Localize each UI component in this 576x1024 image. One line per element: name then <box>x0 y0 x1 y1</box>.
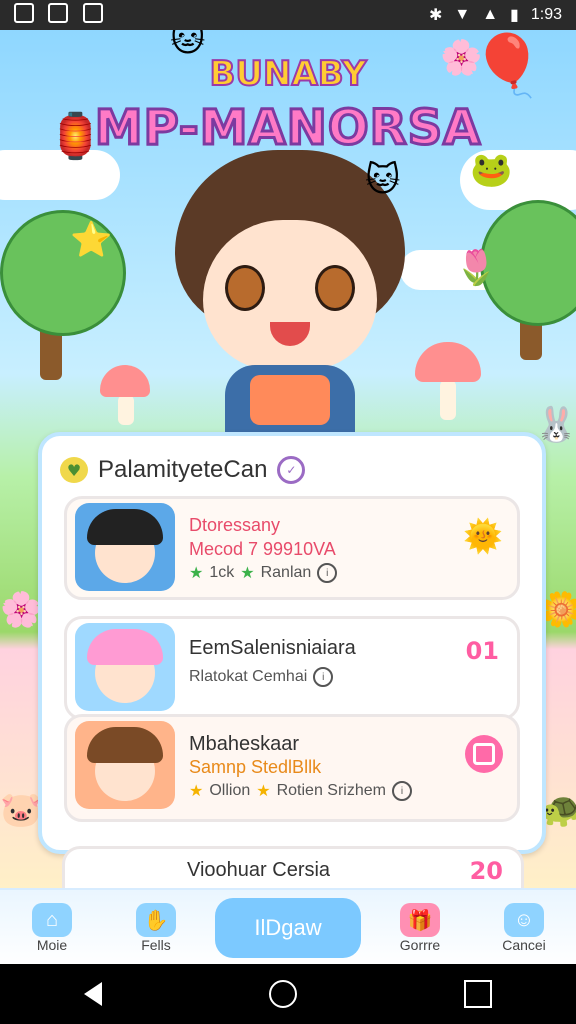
home-icon: ⌂ <box>32 903 72 937</box>
recents-icon[interactable] <box>464 980 493 1008</box>
item-title: Vioohuar Cersia <box>187 859 331 881</box>
app-title-top: BUNABY <box>209 53 368 95</box>
green-star-icon: ★ <box>240 565 255 582</box>
system-navigation <box>0 964 576 1024</box>
gift-icon: 🎁 <box>400 903 440 937</box>
back-icon[interactable] <box>83 982 102 1006</box>
square-icon <box>473 743 495 765</box>
hero-character: 🐱 <box>165 150 415 450</box>
nav-item-home[interactable]: ⌂ Moie <box>7 903 97 953</box>
item-count-badge: 20 <box>469 857 503 885</box>
hero-shirt <box>250 375 330 425</box>
panel-header: ♥ PalamityeteCan ✓ <box>60 454 306 486</box>
item-meta: ★ Ollion ★ Rotien Srizhem i <box>189 781 412 801</box>
info-icon[interactable]: i <box>391 781 412 801</box>
info-icon[interactable]: i <box>313 667 334 687</box>
hand-icon: ✋ <box>136 903 176 937</box>
nav-item-fells[interactable]: ✋ Fells <box>111 903 201 953</box>
star-icon: ★ <box>256 783 271 800</box>
notification-icon <box>14 2 34 23</box>
green-mascot-icon: 🐸 <box>470 150 513 190</box>
signal-icon: ▲ <box>482 6 499 23</box>
center-action-button[interactable]: IlDgaw <box>215 898 361 958</box>
status-bar: ✱ ▼ ▲ ▮ 1:93 <box>0 0 576 30</box>
star-icon: ★ <box>189 783 204 800</box>
status-time: 1:93 <box>530 6 562 23</box>
pink-cat-icon: 🐰 <box>535 405 576 445</box>
hero-left-eye <box>225 265 265 311</box>
nav-item-cancel[interactable]: ☺ Cancei <box>479 903 569 953</box>
shield-notification-icon <box>82 2 103 23</box>
info-icon[interactable]: i <box>317 563 338 583</box>
item-meta: Rlatokat Cemhai i <box>189 667 334 687</box>
list-item[interactable]: Mbaheskaar Samnp StedlBllk ★ Ollion ★ Ro… <box>64 714 520 822</box>
item-count-badge: 01 <box>465 637 499 665</box>
item-meta: ★ 1ck ★ Ranlan i <box>189 563 338 583</box>
bluetooth-icon: ✱ <box>428 7 443 24</box>
image-notification-icon <box>48 2 69 23</box>
avatar <box>75 721 175 809</box>
avatar-hair <box>87 727 163 763</box>
bottom-navigation: ⌂ Moie ✋ Fells IlDgaw 🎁 Gorrre ☺ Cancei <box>0 888 576 966</box>
item-title: Mbaheskaar <box>189 733 300 755</box>
item-subtitle: Samnp StedlBllk <box>189 757 322 777</box>
list-item[interactable]: Vioohuar Cersia 20 <box>62 846 524 893</box>
home-circle-icon[interactable] <box>268 980 297 1008</box>
mushroom-stem <box>118 395 134 425</box>
list-panel: ♥ PalamityeteCan ✓ Dtoressany Mecod 7 99… <box>38 432 546 854</box>
heart-icon: ♥ <box>60 457 88 483</box>
wifi-icon: ▼ <box>454 6 471 23</box>
verified-icon[interactable]: ✓ <box>277 456 306 484</box>
cloud-face-icon: ☺ <box>504 903 544 937</box>
mushroom-stem <box>440 380 456 420</box>
sun-icon: 🌞 <box>463 517 503 555</box>
pink-creature-icon: 🐷 <box>0 790 43 830</box>
avatar <box>75 623 175 711</box>
nav-item-game[interactable]: 🎁 Gorrre <box>375 903 465 953</box>
avatar <box>75 503 175 591</box>
flower-icon: 🌷 <box>455 248 498 288</box>
star-mascot-icon: ⭐ <box>70 220 113 260</box>
status-right: ✱ ▼ ▲ ▮ 1:93 <box>429 5 562 25</box>
mushroom-cap <box>415 342 481 382</box>
mushroom-cap <box>100 365 150 397</box>
hero-right-eye <box>315 265 355 311</box>
item-title: Dtoressany <box>189 515 281 535</box>
list-item[interactable]: EemSalenisniaiara Rlatokat Cemhai i 01 <box>64 616 520 720</box>
item-subtitle: Mecod 7 99910VA <box>189 539 336 559</box>
avatar-hair <box>87 509 163 545</box>
cat-hairclip-icon: 🐱 <box>365 160 401 200</box>
app-title-main: MP-MANORSA <box>93 99 482 158</box>
panel-title: PalamityeteCan <box>98 456 268 483</box>
avatar-hair <box>87 629 163 665</box>
green-star-icon: ★ <box>189 565 204 582</box>
pink-flower-icon: 🌸 <box>0 590 43 630</box>
record-button[interactable] <box>465 735 503 773</box>
item-title: EemSalenisniaiara <box>189 637 356 659</box>
status-left-icons <box>14 2 113 28</box>
battery-icon: ▮ <box>510 7 519 24</box>
list-item[interactable]: Dtoressany Mecod 7 99910VA ★ 1ck ★ Ranla… <box>64 496 520 600</box>
